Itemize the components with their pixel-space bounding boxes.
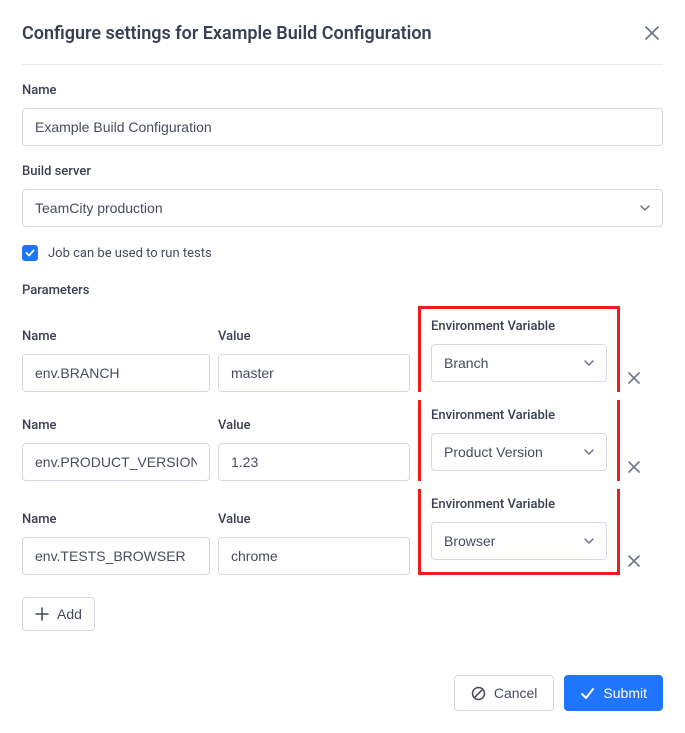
dialog-footer: Cancel Submit <box>22 675 663 711</box>
close-icon <box>628 372 640 384</box>
build-server-select[interactable] <box>22 189 663 227</box>
job-tests-checkbox-label: Job can be used to run tests <box>48 246 212 261</box>
param-value-input[interactable] <box>218 443 410 481</box>
close-button[interactable] <box>641 22 663 44</box>
name-input[interactable] <box>22 108 663 146</box>
param-env-value[interactable] <box>431 522 607 560</box>
close-icon <box>628 555 640 567</box>
name-field-group: Name <box>22 83 663 146</box>
param-name-label: Name <box>22 329 210 344</box>
job-tests-checkbox[interactable] <box>22 245 38 261</box>
param-value-input[interactable] <box>218 537 410 575</box>
job-tests-checkbox-row[interactable]: Job can be used to run tests <box>22 245 663 261</box>
param-env-select[interactable] <box>431 433 607 471</box>
close-icon <box>645 26 659 40</box>
name-label: Name <box>22 83 663 98</box>
param-name-input[interactable] <box>22 537 210 575</box>
plus-icon <box>35 607 49 621</box>
parameter-row: Name Value Environment Variable <box>22 489 663 575</box>
param-env-label: Environment Variable <box>431 408 607 423</box>
param-delete-button[interactable] <box>628 555 640 567</box>
cancel-icon <box>471 686 486 701</box>
parameters-section-label: Parameters <box>22 283 663 298</box>
param-delete-button[interactable] <box>628 461 640 473</box>
param-value-label: Value <box>218 512 410 527</box>
submit-button-label: Submit <box>603 685 647 701</box>
parameters-area: Name Value Environment Variable Name <box>22 306 663 575</box>
build-server-value[interactable] <box>22 189 663 227</box>
check-icon <box>25 248 35 258</box>
param-env-label: Environment Variable <box>431 497 607 512</box>
add-button-label: Add <box>57 606 82 622</box>
parameter-row: Name Value Environment Variable <box>22 306 663 392</box>
build-server-field-group: Build server <box>22 164 663 227</box>
param-delete-button[interactable] <box>628 372 640 384</box>
param-env-select[interactable] <box>431 344 607 382</box>
param-env-value[interactable] <box>431 433 607 471</box>
param-env-select[interactable] <box>431 522 607 560</box>
add-parameter-button[interactable]: Add <box>22 597 95 631</box>
close-icon <box>628 461 640 473</box>
param-value-label: Value <box>218 329 410 344</box>
param-name-input[interactable] <box>22 354 210 392</box>
cancel-button-label: Cancel <box>494 685 538 701</box>
param-value-label: Value <box>218 418 410 433</box>
build-server-label: Build server <box>22 164 663 179</box>
submit-button[interactable]: Submit <box>564 675 663 711</box>
param-env-label: Environment Variable <box>431 319 607 334</box>
param-env-value[interactable] <box>431 344 607 382</box>
param-name-label: Name <box>22 418 210 433</box>
param-value-input[interactable] <box>218 354 410 392</box>
parameter-row: Name Value Environment Variable <box>22 400 663 481</box>
param-name-input[interactable] <box>22 443 210 481</box>
param-name-label: Name <box>22 512 210 527</box>
dialog-title: Configure settings for Example Build Con… <box>22 23 432 44</box>
dialog-header: Configure settings for Example Build Con… <box>22 22 663 65</box>
cancel-button[interactable]: Cancel <box>454 675 555 711</box>
check-icon <box>580 686 595 701</box>
